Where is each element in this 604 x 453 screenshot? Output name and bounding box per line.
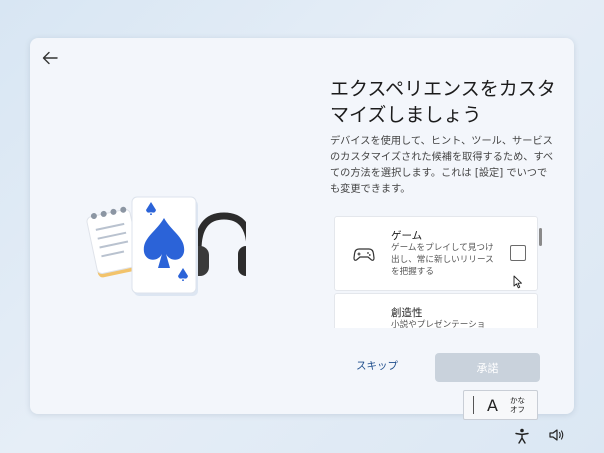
ime-kana-toggle[interactable]: かな オフ <box>510 396 525 414</box>
page-description: デバイスを使用して、ヒント、ツール、サービスのカスタマイズされた候補を取得するた… <box>330 136 554 195</box>
accessibility-icon[interactable] <box>515 428 529 444</box>
volume-icon[interactable] <box>549 428 565 442</box>
list-scrollbar[interactable] <box>539 216 542 328</box>
game-checkbox[interactable] <box>510 245 526 261</box>
back-arrow-icon <box>42 51 58 65</box>
mouse-cursor-icon <box>513 275 522 289</box>
skip-button[interactable]: スキップ <box>356 358 398 373</box>
option-title: 創造性 <box>391 307 423 319</box>
back-button[interactable] <box>38 46 62 70</box>
ime-toolbar[interactable]: A かな オフ <box>463 390 538 420</box>
notepad-cards-headphones-illustration <box>86 196 246 296</box>
option-description: 小説やプレゼンテーショ <box>391 320 486 328</box>
option-title: ゲーム <box>391 230 423 242</box>
ime-kana-bottom: オフ <box>509 405 525 414</box>
ime-kana-top: かな <box>509 396 525 405</box>
ime-mode-letter[interactable]: A <box>487 396 498 415</box>
setup-window: エクスペリエンスをカスタマイズしましょう デバイスを使用して、ヒント、ツール、サ… <box>30 38 574 414</box>
gamepad-icon <box>353 248 375 261</box>
option-description: ゲームをプレイして見つけ出し、常に新しいリリースを把握する <box>391 243 494 277</box>
scroll-thumb[interactable] <box>539 228 542 246</box>
ime-separator <box>473 396 474 414</box>
option-list: ゲーム ゲームをプレイして見つけ出し、常に新しいリリースを把握する 創造性 小説… <box>334 216 542 328</box>
option-card-creativity[interactable]: 創造性 小説やプレゼンテーショ <box>334 293 538 328</box>
option-card-game[interactable]: ゲーム ゲームをプレイして見つけ出し、常に新しいリリースを把握する <box>334 216 538 291</box>
accept-button[interactable]: 承諾 <box>435 353 540 382</box>
page-title: エクスペリエンスをカスタマイズしましょう <box>330 78 556 126</box>
